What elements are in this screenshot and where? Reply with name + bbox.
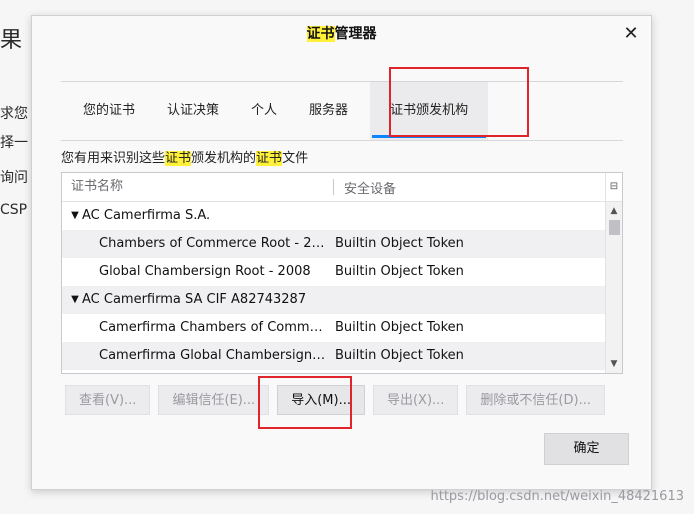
cert-name: Global Chambersign Root - 2008	[99, 264, 311, 279]
certificate-tree: 证书名称 安全设备 ⊟ ▼ AC Camerfirma S.A. Chamber…	[61, 172, 623, 374]
tree-item-row[interactable]: Global Chambersign Root - 2008 Builtin O…	[62, 258, 605, 286]
scroll-up-icon[interactable]: ▲	[606, 204, 622, 218]
security-device: Builtin Object Token	[335, 264, 464, 279]
scroll-down-icon[interactable]: ▼	[606, 357, 622, 371]
tab-description: 您有用来识别这些证书颁发机构的证书文件	[61, 151, 309, 166]
scroll-thumb[interactable]	[609, 220, 620, 235]
chevron-down-icon[interactable]: ▼	[68, 202, 82, 230]
security-device: Builtin Object Token	[335, 236, 464, 251]
cert-name: Chambers of Commerce Root - 20...	[99, 236, 328, 251]
bg-fragment: 择一	[0, 135, 28, 151]
cert-name: Camerfirma Global Chambersign ...	[99, 348, 328, 363]
view-button[interactable]: 查看(V)...	[65, 385, 151, 415]
cert-name: Camerfirma Chambers of Commer...	[99, 320, 328, 335]
tab-people[interactable]: 个人	[235, 82, 293, 140]
delete-distrust-button[interactable]: 删除或不信任(D)...	[466, 385, 605, 415]
tab-your-certificates[interactable]: 您的证书	[67, 82, 151, 140]
security-device: Builtin Object Token	[335, 320, 464, 335]
bg-fragment: 询问	[0, 170, 28, 186]
tree-item-row[interactable]: Camerfirma Chambers of Commer... Builtin…	[62, 314, 605, 342]
dialog-title: 证书管理器	[306, 26, 377, 42]
column-picker-icon[interactable]: ⊟	[605, 173, 622, 201]
tab-servers[interactable]: 服务器	[293, 82, 364, 140]
column-header-device[interactable]: 安全设备	[334, 178, 396, 197]
bg-fragment: 果	[0, 28, 23, 53]
column-header-name[interactable]: 证书名称	[62, 179, 334, 195]
tree-group-row[interactable]: ▼ AC Camerfirma S.A.	[62, 202, 605, 230]
tree-item-row[interactable]: Camerfirma Global Chambersign ... Builti…	[62, 342, 605, 370]
tree-header: 证书名称 安全设备 ⊟	[62, 173, 622, 202]
group-label: AC Camerfirma S.A.	[82, 208, 211, 223]
edit-trust-button[interactable]: 编辑信任(E)...	[158, 385, 270, 415]
tab-authentication-decisions[interactable]: 认证决策	[151, 82, 235, 140]
annotation-box-import-button	[258, 376, 352, 429]
export-button[interactable]: 导出(X)...	[372, 385, 459, 415]
tree-item-row[interactable]: Chambers of Commerce Root - 20... Builti…	[62, 230, 605, 258]
annotation-box-authorities-tab	[389, 67, 529, 137]
tab-bar: 您的证书 认证决策 个人 服务器 证书颁发机构	[61, 81, 623, 141]
group-label: AC Camerfirma SA CIF A82743287	[82, 292, 307, 307]
bg-fragment: 求您	[0, 106, 28, 122]
tree-rows: ▼ AC Camerfirma S.A. Chambers of Commerc…	[62, 202, 605, 373]
vertical-scrollbar[interactable]: ▲ ▼	[605, 202, 622, 373]
tree-group-row[interactable]: ▼ AC Camerfirma SA CIF A82743287	[62, 286, 605, 314]
close-icon[interactable]: ✕	[621, 24, 641, 44]
security-device: Builtin Object Token	[335, 348, 464, 363]
chevron-down-icon[interactable]: ▼	[68, 286, 82, 314]
bg-fragment: CSP	[0, 202, 28, 218]
watermark: https://blog.csdn.net/weixin_48421613	[430, 489, 684, 504]
ok-button[interactable]: 确定	[544, 433, 629, 465]
